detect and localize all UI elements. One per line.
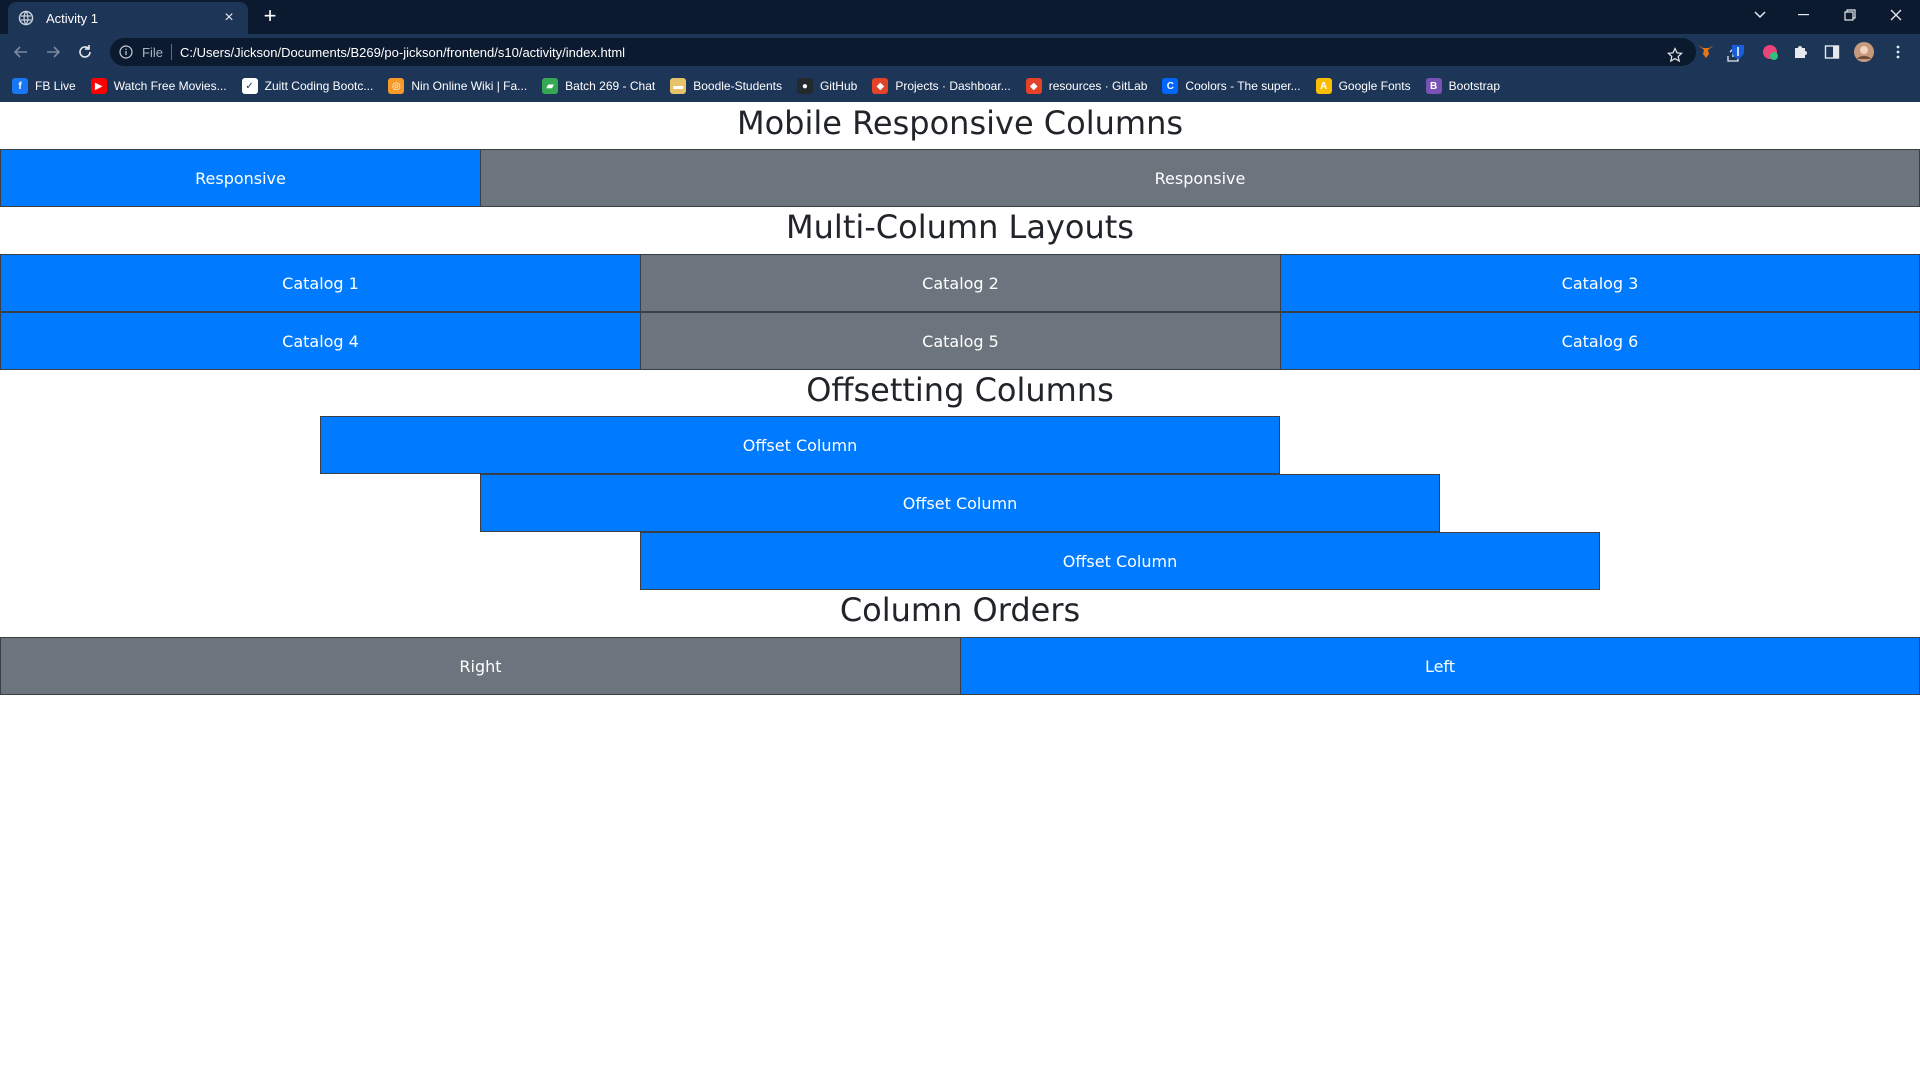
order-column-left: Left [960,637,1920,695]
bookmark-item[interactable]: ▰ Batch 269 - Chat [542,78,655,94]
catalog-column: Catalog 5 [640,312,1281,370]
bookmark-label: Google Fonts [1338,79,1411,93]
fandom-icon: ◎ [388,78,405,94]
browser-tab[interactable]: Activity 1 × [8,2,248,34]
chevron-down-icon [1754,11,1766,19]
bookmark-item[interactable]: ▶ Watch Free Movies... [90,78,227,94]
boodle-icon: ▬ [670,78,687,94]
section-title-column-orders: Column Orders [839,591,1081,629]
url-scheme-label: File [142,44,163,60]
order-column-right: Right [0,637,961,695]
bookmark-label: Watch Free Movies... [113,79,227,93]
tab-search-button[interactable] [1738,0,1782,30]
catalog-column: Catalog 4 [0,312,641,370]
bookmark-item[interactable]: ▬ Boodle-Students [670,78,782,94]
section-title-responsive: Mobile Responsive Columns [736,104,1184,142]
bookmark-item[interactable]: C Coolors - The super... [1162,78,1301,94]
back-button[interactable] [10,41,32,63]
offset-column: Offset Column [320,416,1280,474]
google-fonts-icon: A [1315,78,1332,94]
globe-icon [18,10,34,26]
arrow-left-icon [13,46,27,58]
catalog-column: Catalog 3 [1280,254,1920,312]
extensions-puzzle-icon[interactable] [1790,42,1810,62]
bookmark-label: FB Live [35,79,76,93]
gitlab-icon: ◆ [1025,78,1042,94]
close-icon [1890,9,1902,21]
restore-button[interactable] [1828,0,1872,30]
close-window-button[interactable] [1874,0,1918,30]
bookmark-label: Projects · Dashboar... [895,79,1011,93]
offset-column: Offset Column [640,532,1600,590]
menu-kebab-icon[interactable] [1888,42,1908,62]
section-title-multi-column: Multi-Column Layouts [786,208,1134,246]
bookmark-item[interactable]: B Bootstrap [1425,78,1501,94]
minimize-button[interactable] [1782,0,1826,30]
tab-title: Activity 1 [46,10,99,26]
bookmark-star-button[interactable] [1664,44,1686,66]
bookmark-item[interactable]: ◎ Nin Online Wiki | Fa... [388,78,527,94]
address-divider [170,44,172,60]
forward-button[interactable] [42,41,64,63]
page-content: Mobile Responsive Columns Responsive Res… [0,102,1920,1080]
minimize-icon [1798,14,1809,16]
bookmark-label: Boodle-Students [693,79,782,93]
catalog-column: Catalog 2 [640,254,1281,312]
browser-toolbar: File C:/Users/Jickson/Documents/B269/po-… [0,34,1920,70]
bookmark-label: Bootstrap [1448,79,1501,93]
offset-column: Offset Column [480,474,1440,532]
side-panel-icon[interactable] [1822,42,1842,62]
info-icon[interactable] [118,44,134,60]
bookmark-item[interactable]: ◆ resources · GitLab [1025,78,1148,94]
bitwarden-extension-icon[interactable] [1728,42,1748,62]
gitlab-icon: ◆ [872,78,889,94]
catalog-column: Catalog 6 [1280,312,1920,370]
facebook-icon: f [12,78,28,94]
address-bar[interactable]: File C:/Users/Jickson/Documents/B269/po-… [110,38,1739,66]
colorpick-extension-icon[interactable] [1760,42,1780,62]
google-chat-icon: ▰ [542,78,559,94]
star-icon [1667,47,1683,63]
bookmark-label: Zuitt Coding Bootc... [264,79,374,93]
bookmark-label: Batch 269 - Chat [565,79,656,93]
bookmark-label: Nin Online Wiki | Fa... [411,79,528,93]
coolors-icon: C [1162,78,1179,94]
bookmark-item[interactable]: ✓ Zuitt Coding Bootc... [241,78,374,94]
section-title-offset: Offsetting Columns [806,371,1114,409]
bookmark-label: resources · GitLab [1048,79,1148,93]
responsive-column: Responsive [0,149,481,207]
tab-strip: Activity 1 × + [0,0,1920,34]
restore-icon [1844,9,1856,21]
reload-button[interactable] [74,41,96,63]
bootstrap-icon: B [1425,78,1442,94]
responsive-column: Responsive [480,149,1920,207]
new-tab-button[interactable]: + [258,5,282,29]
bookmark-item[interactable]: ● GitHub [796,78,858,94]
github-icon: ● [796,78,813,94]
metamask-extension-icon[interactable] [1696,42,1716,62]
profile-avatar[interactable] [1854,42,1874,62]
bookmark-label: GitHub [819,79,858,93]
bookmarks-bar: f FB Live ▶ Watch Free Movies... ✓ Zuitt Codi… [0,70,1920,102]
reload-icon [79,45,91,58]
bookmark-label: Coolors - The super... [1185,79,1301,93]
arrow-right-icon [47,46,61,58]
catalog-column: Catalog 1 [0,254,641,312]
youtube-icon: ▶ [90,78,107,94]
bookmark-item[interactable]: f FB Live [12,78,76,94]
bookmark-item[interactable]: A Google Fonts [1315,78,1411,94]
zuitt-icon: ✓ [241,78,258,94]
url-text[interactable]: C:/Users/Jickson/Documents/B269/po-jicks… [180,45,625,60]
bookmark-item[interactable]: ◆ Projects · Dashboar... [872,78,1011,94]
tab-close-button[interactable]: × [220,9,238,27]
